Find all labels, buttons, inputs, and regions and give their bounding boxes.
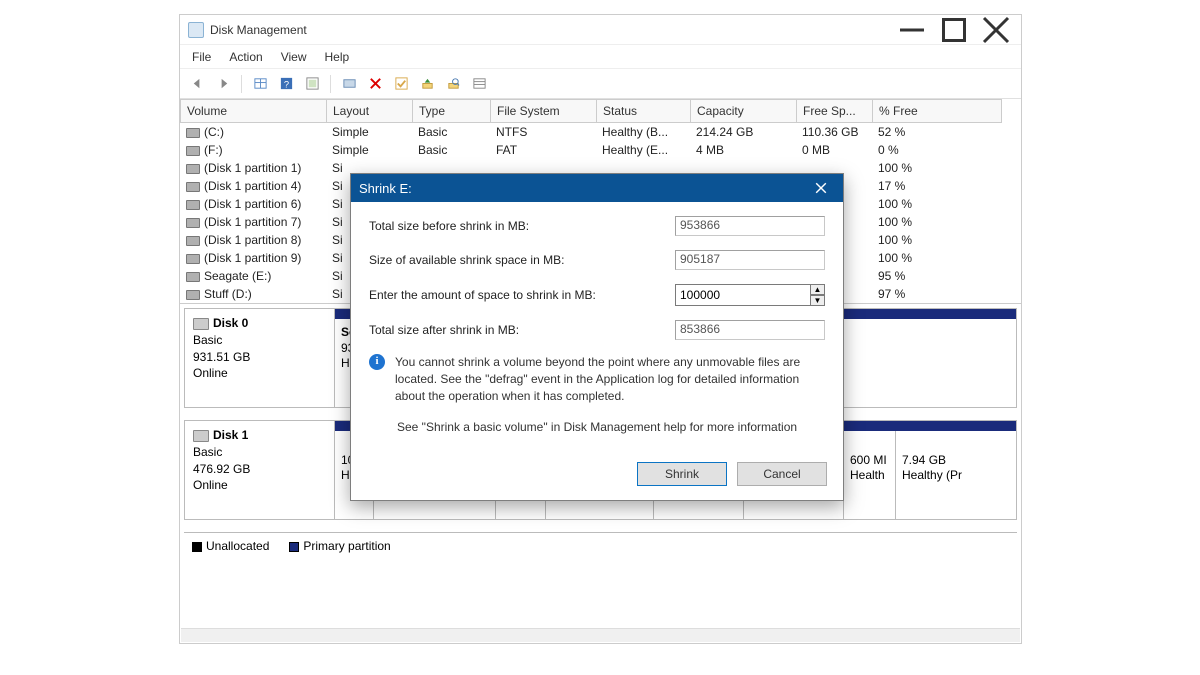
table-icon[interactable] [249, 73, 271, 95]
info-icon: i [369, 354, 385, 370]
toolbar: ? [180, 69, 1021, 99]
volume-icon [186, 146, 200, 156]
volume-icon [186, 272, 200, 282]
close-button[interactable] [981, 18, 1011, 42]
col-freespace[interactable]: Free Sp... [796, 99, 872, 123]
cancel-button[interactable]: Cancel [737, 462, 827, 486]
legend-swatch-unallocated [192, 542, 202, 552]
search-icon[interactable] [442, 73, 464, 95]
maximize-button[interactable] [939, 18, 969, 42]
legend-swatch-primary [289, 542, 299, 552]
back-icon[interactable] [186, 73, 208, 95]
col-volume[interactable]: Volume [180, 99, 326, 123]
delete-icon[interactable] [364, 73, 386, 95]
volume-icon [186, 218, 200, 228]
menubar: File Action View Help [180, 45, 1021, 69]
properties-icon[interactable] [338, 73, 360, 95]
partition-cell[interactable]: 600 MIHealth [843, 431, 895, 519]
spin-up-button[interactable]: ▲ [811, 284, 825, 295]
disk-icon [193, 430, 209, 442]
menu-file[interactable]: File [192, 50, 211, 64]
forward-icon[interactable] [212, 73, 234, 95]
field-available: 905187 [675, 250, 825, 270]
svg-text:?: ? [283, 79, 288, 89]
dialog-close-button[interactable] [807, 176, 835, 200]
dialog-title: Shrink E: [359, 181, 412, 196]
col-layout[interactable]: Layout [326, 99, 412, 123]
disk-icon [193, 318, 209, 330]
col-type[interactable]: Type [412, 99, 490, 123]
volume-icon [186, 128, 200, 138]
label-total-after: Total size after shrink in MB: [369, 323, 675, 337]
help-icon[interactable]: ? [275, 73, 297, 95]
window-title: Disk Management [210, 23, 307, 37]
label-total-before: Total size before shrink in MB: [369, 219, 675, 233]
list-icon[interactable] [468, 73, 490, 95]
volume-table-header: Volume Layout Type File System Status Ca… [180, 99, 1021, 123]
table-row[interactable]: (C:)SimpleBasicNTFSHealthy (B...214.24 G… [180, 123, 1021, 141]
legend: Unallocated Primary partition [184, 532, 1017, 559]
volume-icon [186, 200, 200, 210]
col-pctfree[interactable]: % Free [872, 99, 1002, 123]
field-total-after: 853866 [675, 320, 825, 340]
col-status[interactable]: Status [596, 99, 690, 123]
spin-down-button[interactable]: ▼ [811, 295, 825, 306]
label-available: Size of available shrink space in MB: [369, 253, 675, 267]
volume-icon [186, 164, 200, 174]
check-icon[interactable] [390, 73, 412, 95]
col-capacity[interactable]: Capacity [690, 99, 796, 123]
partition-cell[interactable]: 7.94 GBHealthy (Pr [895, 431, 977, 519]
menu-action[interactable]: Action [229, 50, 262, 64]
app-icon [188, 22, 204, 38]
volume-icon [186, 182, 200, 192]
shrink-dialog: Shrink E: Total size before shrink in MB… [350, 173, 844, 501]
volume-icon [186, 254, 200, 264]
dialog-titlebar: Shrink E: [351, 174, 843, 202]
disk0-info[interactable]: Disk 0 Basic 931.51 GB Online [185, 309, 335, 407]
upload-icon[interactable] [416, 73, 438, 95]
refresh-icon[interactable] [301, 73, 323, 95]
table-row[interactable]: (F:)SimpleBasicFATHealthy (E...4 MB0 MB0… [180, 141, 1021, 159]
volume-icon [186, 290, 200, 300]
label-amount: Enter the amount of space to shrink in M… [369, 288, 675, 302]
minimize-button[interactable] [897, 18, 927, 42]
menu-view[interactable]: View [281, 50, 307, 64]
volume-icon [186, 236, 200, 246]
horizontal-scrollbar[interactable] [181, 628, 1020, 642]
help-text: See "Shrink a basic volume" in Disk Mana… [369, 414, 825, 444]
disk1-info[interactable]: Disk 1 Basic 476.92 GB Online [185, 421, 335, 519]
input-shrink-amount[interactable] [675, 284, 811, 306]
info-text: You cannot shrink a volume beyond the po… [395, 354, 825, 404]
field-total-before: 953866 [675, 216, 825, 236]
menu-help[interactable]: Help [325, 50, 350, 64]
shrink-button[interactable]: Shrink [637, 462, 727, 486]
col-filesystem[interactable]: File System [490, 99, 596, 123]
titlebar: Disk Management [180, 15, 1021, 45]
